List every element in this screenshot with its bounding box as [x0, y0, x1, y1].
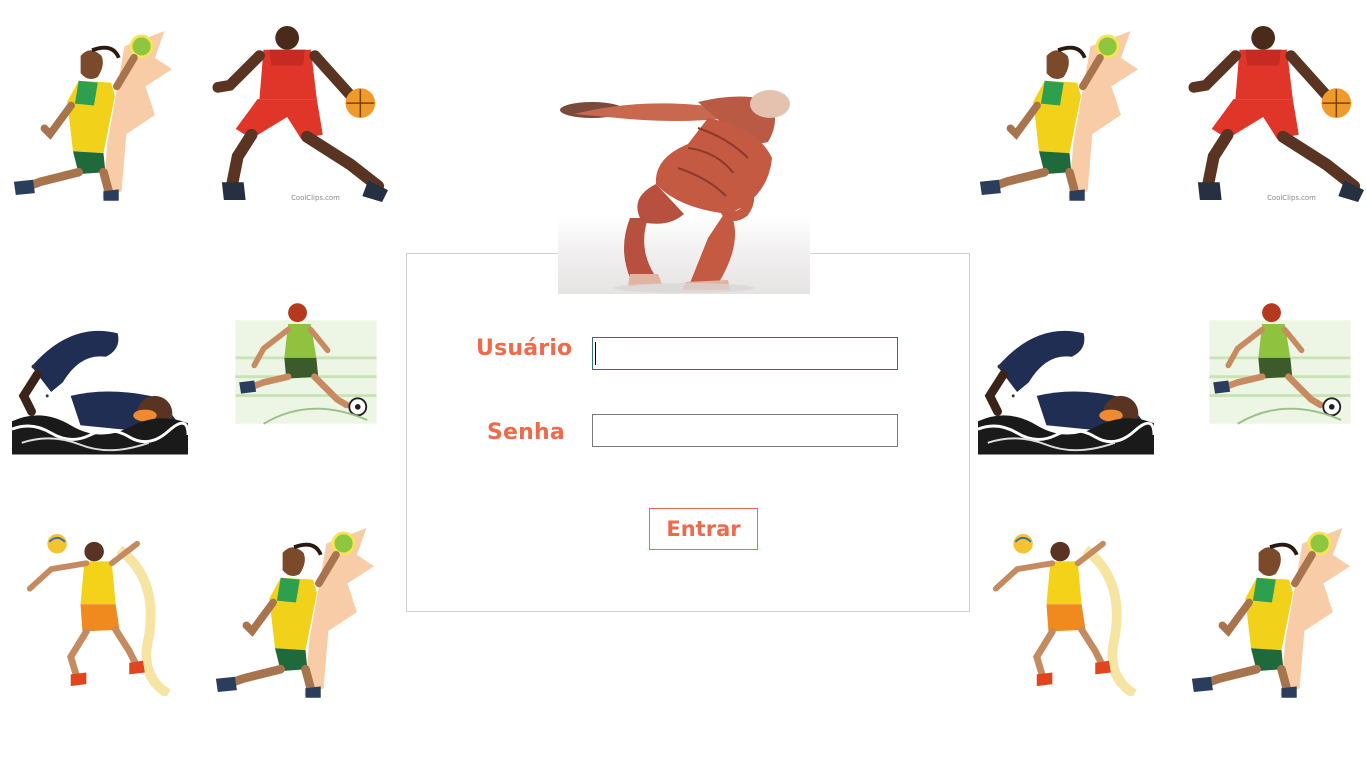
user-input[interactable]	[592, 337, 898, 370]
basketball-player-illustration	[1188, 26, 1366, 204]
handball-player-illustration	[1190, 524, 1352, 700]
text-caret	[595, 342, 596, 365]
soccer-player-illustration	[226, 298, 386, 446]
login-page: Usuário Senha Entrar	[0, 0, 1366, 768]
password-input[interactable]	[592, 414, 898, 447]
basketball-player-illustration	[212, 26, 390, 204]
soccer-player-illustration	[1200, 298, 1360, 446]
volleyball-player-illustration	[22, 530, 178, 696]
submit-button[interactable]: Entrar	[649, 508, 758, 550]
user-label: Usuário	[476, 336, 573, 361]
password-label: Senha	[487, 420, 565, 445]
swimmer-illustration	[978, 326, 1154, 456]
handball-player-illustration	[978, 26, 1140, 204]
handball-player-illustration	[12, 26, 174, 204]
discus-thrower-illustration	[558, 88, 810, 294]
handball-player-illustration	[214, 524, 376, 700]
swimmer-illustration	[12, 326, 188, 456]
volleyball-player-illustration	[988, 530, 1144, 696]
